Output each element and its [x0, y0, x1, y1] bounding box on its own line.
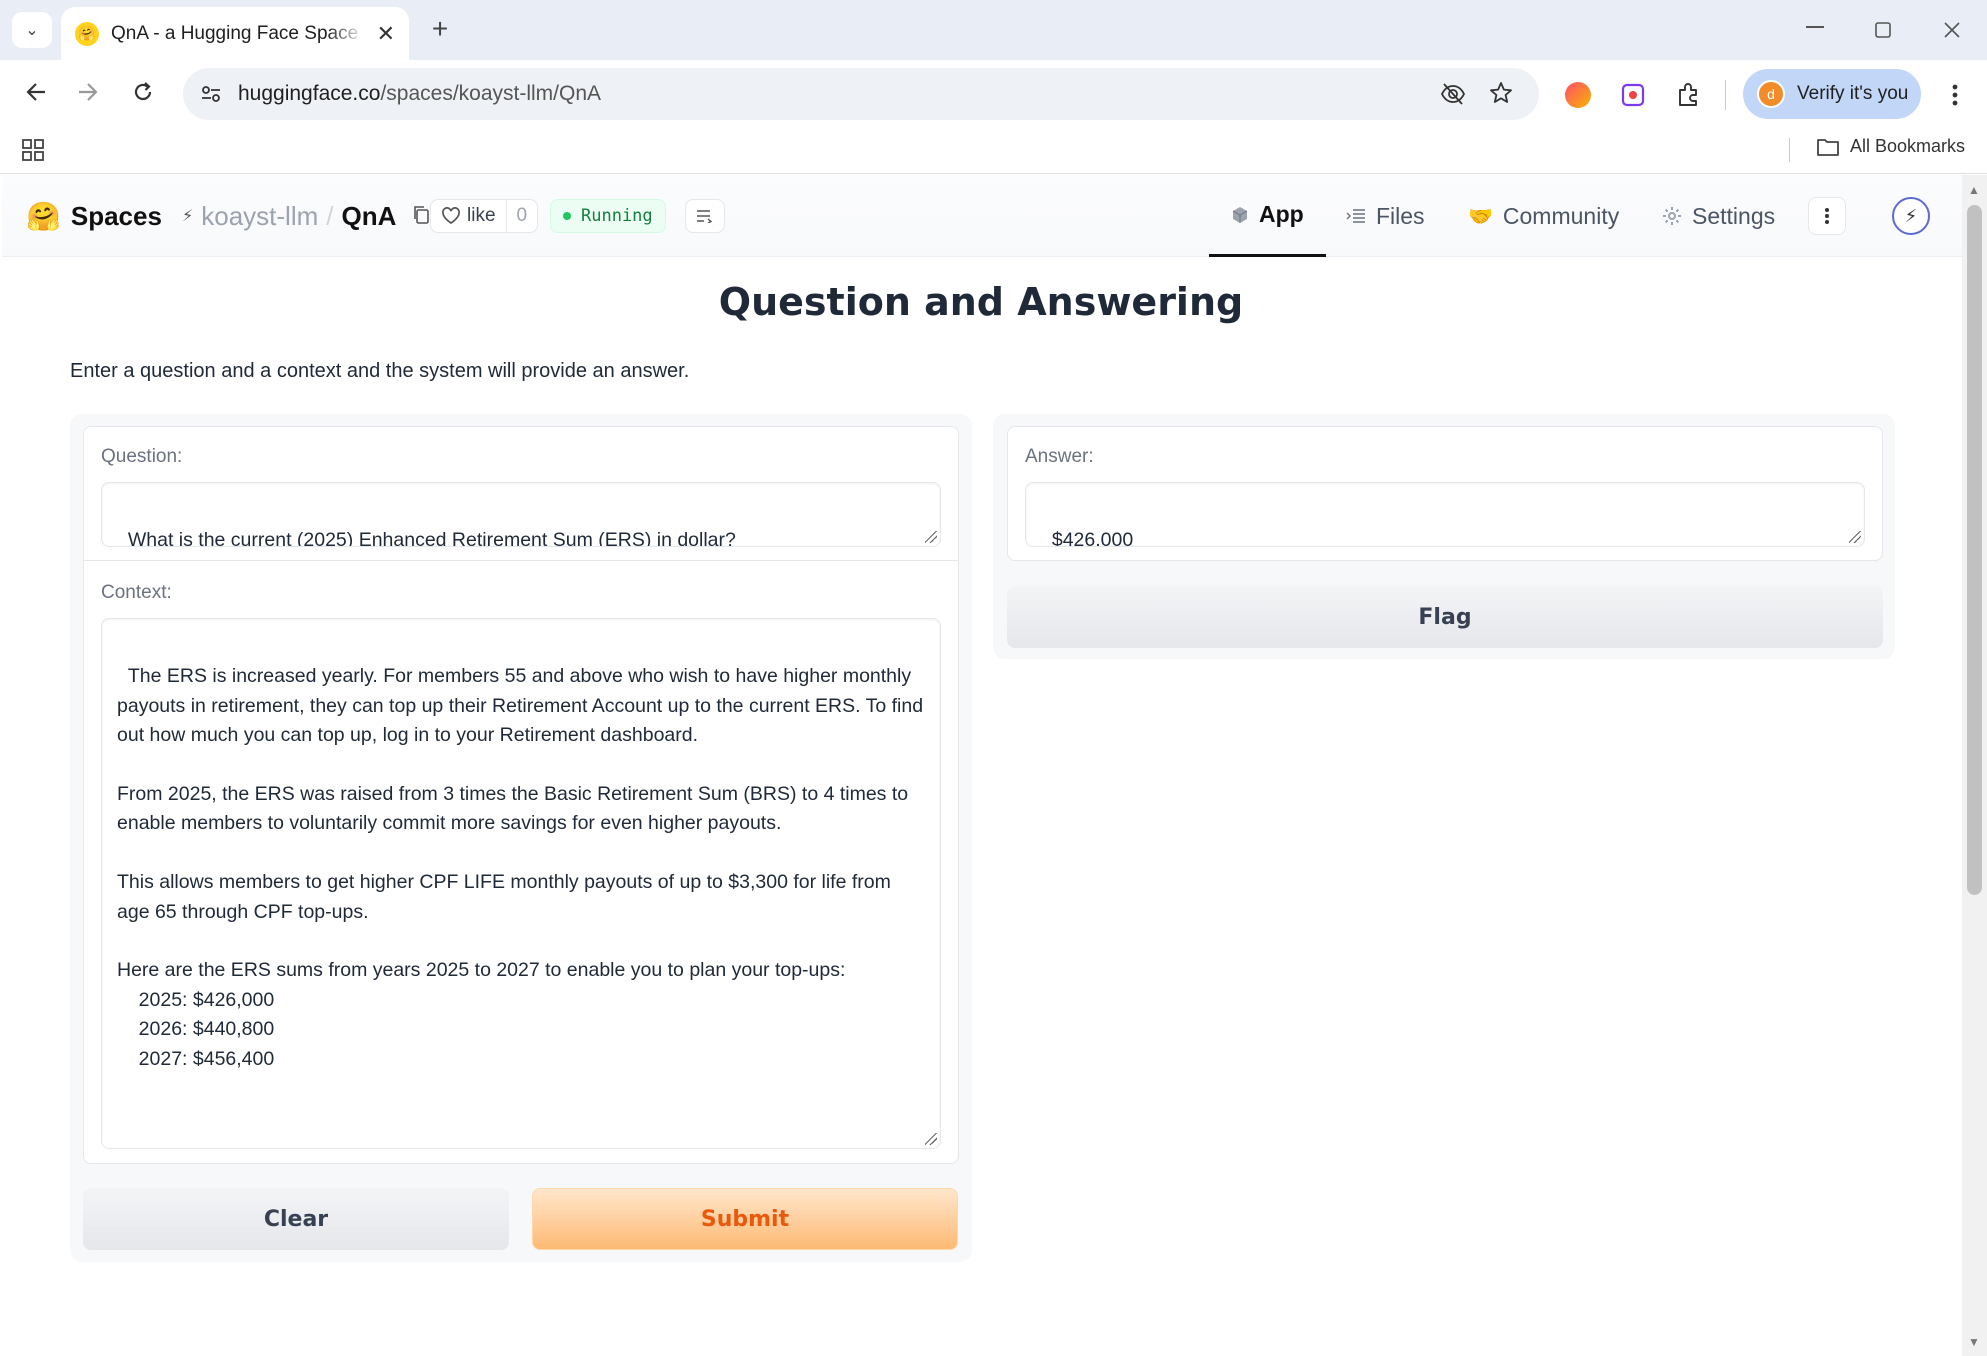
site-settings-icon[interactable]	[199, 82, 223, 111]
gear-icon	[1663, 207, 1681, 225]
user-avatar-icon: ⚡	[1904, 205, 1918, 226]
tab-settings[interactable]: Settings	[1662, 175, 1775, 257]
toolbar-divider	[1725, 80, 1726, 110]
bookmarks-divider	[1789, 138, 1790, 162]
new-tab-button[interactable]: +	[425, 13, 455, 44]
browser-tab-bar: ⌄ 🤗 QnA - a Hugging Face Space by koayst…	[0, 0, 1987, 60]
submit-button[interactable]: Submit	[532, 1188, 958, 1250]
extensions-puzzle-icon[interactable]	[1676, 82, 1702, 113]
question-label: Question:	[101, 446, 183, 467]
answer-text: $426,000	[1051, 529, 1134, 547]
hf-community-icon: 🤝	[1468, 205, 1493, 228]
extension-ai-icon[interactable]	[1565, 82, 1591, 108]
all-bookmarks-button[interactable]: All Bookmarks	[1816, 136, 1965, 157]
clear-button[interactable]: Clear	[83, 1188, 509, 1250]
bookmarks-bar: All Bookmarks	[0, 126, 1987, 174]
verify-profile-button[interactable]: d Verify it's you	[1743, 69, 1921, 119]
answer-output[interactable]: $426,000	[1025, 482, 1865, 547]
field-divider	[84, 560, 958, 561]
cube-icon	[1232, 206, 1248, 223]
tab-app[interactable]: App	[1209, 175, 1326, 257]
hf-logo-icon: 🤗	[26, 200, 61, 232]
reload-button[interactable]	[125, 74, 161, 110]
vertical-dots-icon	[1825, 208, 1829, 224]
maximize-button[interactable]	[1868, 15, 1898, 45]
status-badge[interactable]: Running	[550, 199, 666, 233]
scrollbar-thumb[interactable]	[1967, 205, 1982, 895]
scroll-up-icon[interactable]: ▲	[1968, 183, 1980, 197]
extension-screenshot-icon[interactable]	[1620, 82, 1646, 113]
resize-grip-icon[interactable]	[1849, 531, 1861, 543]
context-label: Context:	[101, 582, 172, 603]
tab-close-icon[interactable]: ✕	[377, 21, 395, 47]
status-dot	[563, 212, 571, 220]
breadcrumb: ⚡ koayst-llm / QnA	[182, 175, 430, 257]
spaces-logo-link[interactable]: 🤗 Spaces	[26, 175, 162, 257]
spaces-label: Spaces	[70, 200, 162, 231]
more-options-button[interactable]	[1808, 197, 1846, 235]
owner-link[interactable]: koayst-llm	[201, 201, 318, 232]
question-text: What is the current (2025) Enhanced Reti…	[127, 529, 736, 547]
repo-link[interactable]: QnA	[341, 201, 396, 232]
address-bar[interactable]: huggingface.co/spaces/koayst-llm/QnA	[183, 68, 1539, 120]
verify-label: Verify it's you	[1797, 83, 1909, 104]
hf-favicon-icon: 🤗	[75, 21, 99, 46]
forward-button[interactable]	[70, 74, 106, 110]
heart-icon	[442, 207, 460, 225]
breadcrumb-separator: /	[326, 200, 334, 231]
url-host: huggingface.co	[238, 82, 381, 105]
like-label: like	[467, 205, 496, 226]
context-input[interactable]: The ERS is increased yearly. For members…	[101, 618, 941, 1149]
page-scrollbar[interactable]: ▲ ▼	[1962, 175, 1987, 1356]
bookmark-star-icon[interactable]	[1489, 81, 1513, 110]
tab-search-button[interactable]: ⌄	[12, 12, 52, 48]
answer-label: Answer:	[1025, 446, 1094, 467]
context-text: The ERS is increased yearly. For members…	[117, 665, 924, 1070]
like-button[interactable]: like 0	[430, 199, 539, 233]
apps-grid-icon[interactable]	[21, 138, 45, 167]
hf-space-header: 🤗 Spaces ⚡ koayst-llm / QnA like 0 Runni…	[2, 175, 1962, 257]
folder-icon	[1817, 138, 1839, 156]
browser-tab[interactable]: 🤗 QnA - a Hugging Face Space by koayst-l…	[61, 7, 409, 60]
tab-community[interactable]: 🤝 Community	[1468, 175, 1619, 257]
copy-icon[interactable]	[412, 201, 430, 232]
tab-settings-label: Settings	[1692, 202, 1776, 229]
back-button[interactable]	[18, 74, 54, 110]
minimize-button[interactable]	[1800, 12, 1830, 42]
browser-menu-icon[interactable]	[1940, 78, 1970, 112]
url-text[interactable]: huggingface.co/spaces/koayst-llm/QnA	[238, 82, 601, 106]
page-title: Question and Answering	[718, 280, 1244, 324]
question-input[interactable]: What is the current (2025) Enhanced Reti…	[101, 482, 941, 547]
scroll-down-icon[interactable]: ▼	[1968, 1335, 1980, 1349]
resize-grip-icon[interactable]	[925, 531, 937, 543]
close-window-button[interactable]	[1937, 15, 1967, 45]
status-label: Running	[581, 206, 653, 226]
resize-grip-icon[interactable]	[925, 1133, 937, 1145]
page-description: Enter a question and a context and the s…	[70, 360, 690, 382]
like-count: 0	[505, 200, 538, 232]
eye-off-icon[interactable]	[1440, 82, 1466, 111]
url-path: /spaces/koayst-llm/QnA	[380, 82, 602, 105]
user-avatar[interactable]: ⚡	[1892, 197, 1930, 235]
files-icon	[1346, 209, 1365, 223]
logs-button[interactable]	[685, 199, 725, 233]
tab-community-label: Community	[1502, 202, 1620, 229]
logs-icon	[697, 210, 713, 223]
tab-files-label: Files	[1376, 202, 1425, 229]
all-bookmarks-label: All Bookmarks	[1849, 136, 1965, 156]
tab-files[interactable]: Files	[1346, 175, 1425, 257]
flag-button[interactable]: Flag	[1007, 586, 1883, 648]
profile-avatar: d	[1757, 80, 1785, 108]
space-icon: ⚡	[182, 208, 194, 225]
tab-title: QnA - a Hugging Face Space by koayst-llm	[111, 22, 365, 44]
tab-app-label: App	[1259, 201, 1304, 227]
